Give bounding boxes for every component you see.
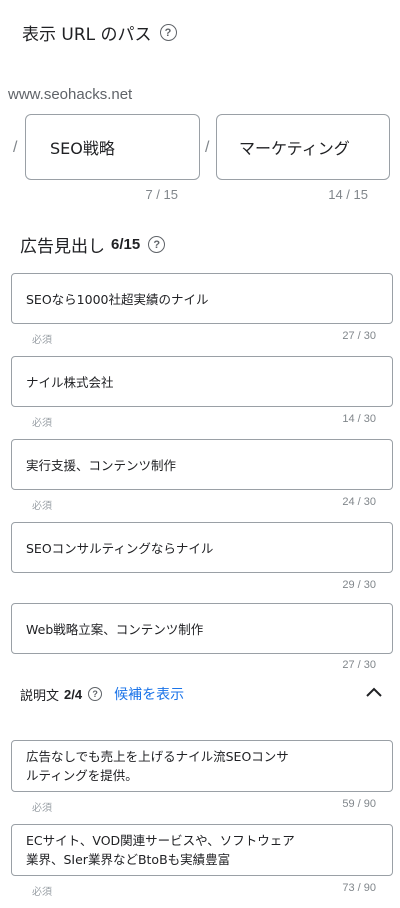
headline-value: SEOコンサルティングならナイル: [26, 541, 214, 556]
path-separator: /: [13, 139, 18, 156]
headline-value: SEOなら1000社超実績のナイル: [26, 292, 209, 307]
path1-counter: 7 / 15: [145, 187, 178, 202]
required-label: 必須: [32, 335, 52, 346]
required-label: 必須: [32, 803, 52, 814]
headline-value: ナイル株式会社: [26, 375, 114, 390]
url-path-title: 表示 URL のパス ?: [22, 20, 177, 45]
headline-field[interactable]: Web戦略立案、コンテンツ制作: [11, 603, 393, 654]
required-label: 必須: [32, 501, 52, 512]
descriptions-title: 説明文 2/4 ? 候補を表示: [20, 684, 184, 704]
headline-counter: 29 / 30: [342, 579, 376, 591]
headline-value: Web戦略立案、コンテンツ制作: [26, 622, 204, 637]
path2-value: マーケティング: [239, 139, 350, 158]
description-line: 広告なしでも売上を上げるナイル流SEOコンサ: [26, 749, 289, 764]
path-separator: /: [205, 139, 210, 156]
headline-counter: 24 / 30: [342, 496, 376, 508]
required-label: 必須: [32, 887, 52, 898]
path1-value: SEO戦略: [50, 139, 115, 158]
headlines-count: 6/15: [111, 236, 141, 253]
headline-counter: 14 / 30: [342, 413, 376, 425]
help-icon[interactable]: ?: [88, 687, 103, 701]
description-counter: 59 / 90: [342, 798, 376, 810]
path2-counter: 14 / 15: [328, 187, 368, 202]
headline-value: 実行支援、コンテンツ制作: [26, 458, 177, 473]
help-icon[interactable]: ?: [159, 24, 177, 41]
headline-field[interactable]: 実行支援、コンテンツ制作: [11, 439, 393, 490]
show-suggestions-link[interactable]: 候補を表示: [114, 684, 184, 704]
url-path-title-text: 表示 URL のパス: [22, 25, 152, 45]
help-icon[interactable]: ?: [148, 236, 166, 253]
headline-field[interactable]: SEOコンサルティングならナイル: [11, 522, 393, 573]
chevron-up-icon[interactable]: [362, 684, 386, 700]
headline-counter: 27 / 30: [342, 659, 376, 671]
display-domain: www.seohacks.net: [8, 86, 133, 103]
description-field[interactable]: 広告なしでも売上を上げるナイル流SEOコンサ ルティングを提供。: [11, 740, 393, 792]
headline-field[interactable]: ナイル株式会社: [11, 356, 393, 407]
description-field[interactable]: ECサイト、VOD関連サービスや、ソフトウェア 業界、SIer業界などBtoBも…: [11, 824, 393, 876]
descriptions-count: 2/4: [64, 686, 83, 702]
description-line: ルティングを提供。: [26, 768, 138, 783]
path1-field[interactable]: SEO戦略: [25, 114, 200, 180]
description-counter: 73 / 90: [342, 882, 376, 894]
descriptions-title-text: 説明文: [20, 688, 60, 704]
headline-field[interactable]: SEOなら1000社超実績のナイル: [11, 273, 393, 324]
description-line: 業界、SIer業界などBtoBも実績豊富: [26, 852, 231, 867]
headlines-title-text: 広告見出し: [20, 237, 105, 257]
headline-counter: 27 / 30: [342, 330, 376, 342]
description-line: ECサイト、VOD関連サービスや、ソフトウェア: [26, 833, 295, 848]
required-label: 必須: [32, 418, 52, 429]
headlines-title: 広告見出し 6/15 ?: [20, 232, 166, 257]
path2-field[interactable]: マーケティング: [216, 114, 390, 180]
